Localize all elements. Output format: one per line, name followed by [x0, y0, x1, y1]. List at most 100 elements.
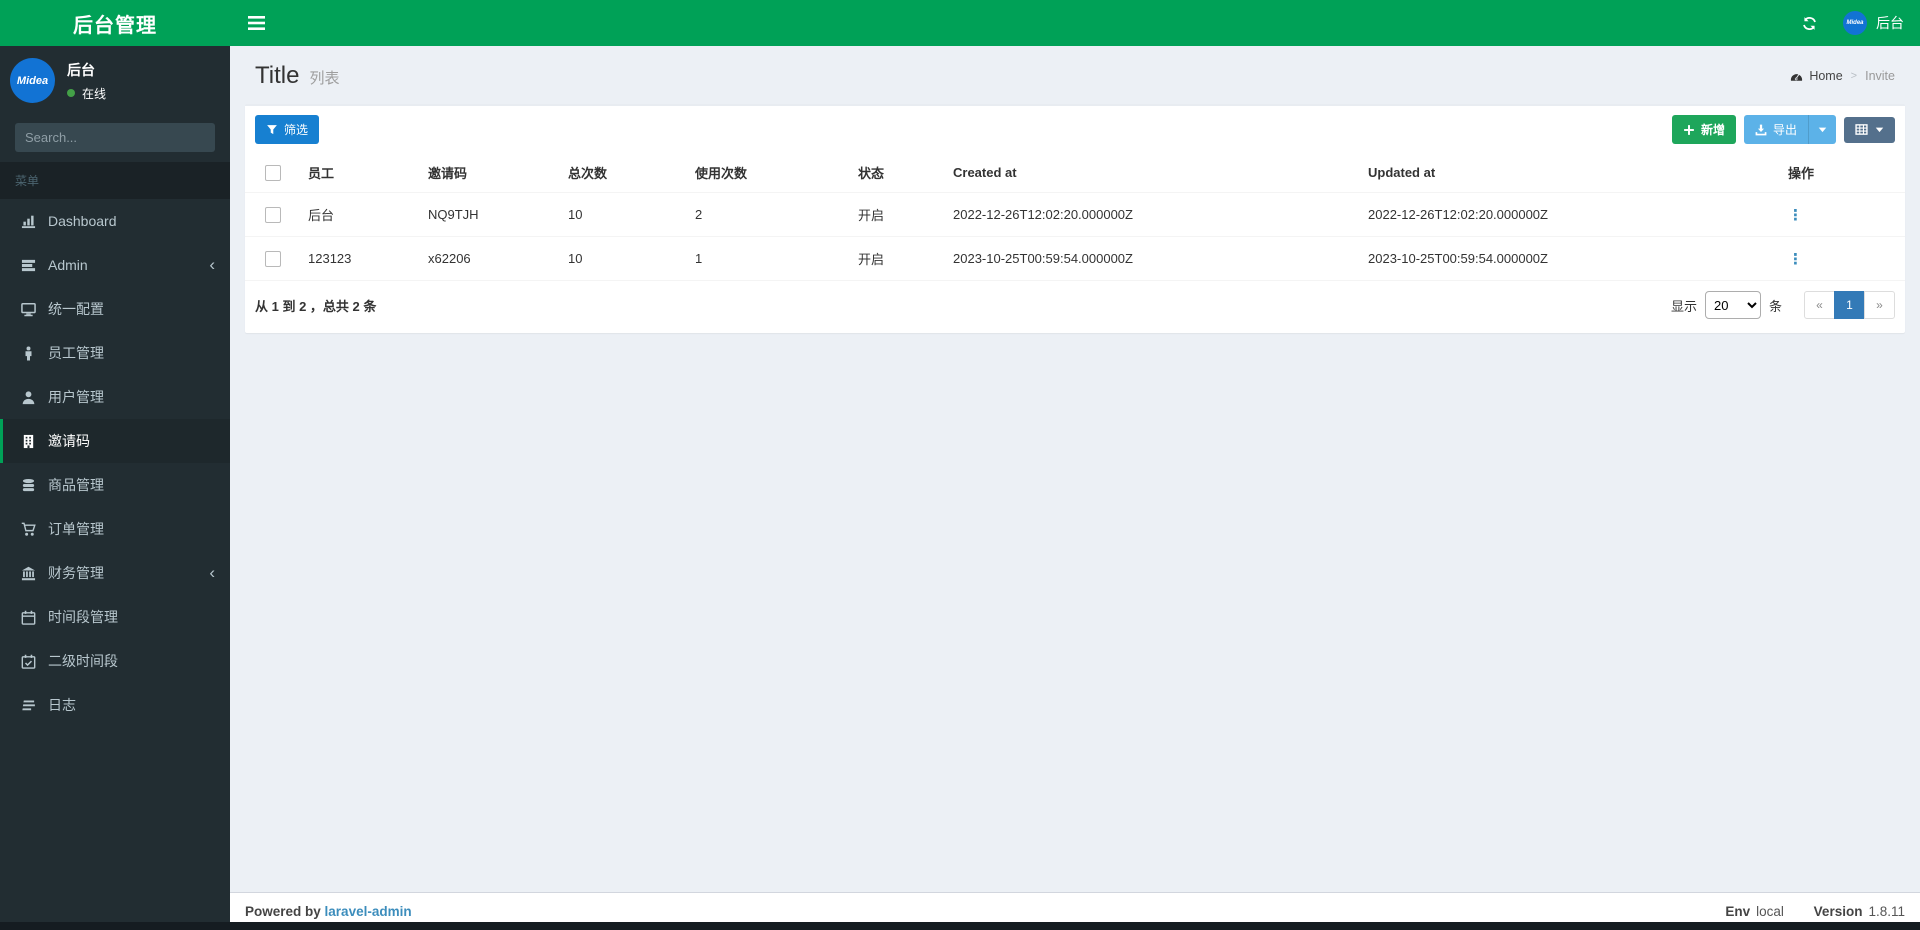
refresh-icon[interactable]	[1786, 0, 1833, 46]
sidebar-item-logs[interactable]: 日志	[0, 683, 230, 727]
navbar-user-menu[interactable]: Midea 后台	[1833, 0, 1920, 46]
footer-meta: Env local Version 1.8.11	[1725, 904, 1905, 919]
sidebar: 后台管理 Midea 后台 在线 菜单 Dashboard Admin ‹ 统一配置员…	[0, 0, 230, 930]
column-header: 员工	[300, 153, 420, 193]
sidebar-item-label: 员工管理	[48, 345, 104, 361]
app-logo[interactable]: 后台管理	[0, 0, 230, 46]
sidebar-item-label: 用户管理	[48, 389, 104, 405]
pagination-controls: 显示 20 条 « 1 »	[1671, 291, 1895, 319]
navbar-right: Midea 后台	[1786, 0, 1920, 46]
sidebar-item-staff[interactable]: 员工管理	[0, 331, 230, 375]
column-header: Updated at	[1360, 153, 1780, 193]
hamburger-icon[interactable]	[230, 0, 283, 46]
sidebar-menu: Dashboard Admin ‹ 统一配置 员工管理 用户管理 邀请码 商品管理 订单管理 财务…	[0, 199, 230, 727]
sidebar-item-label: Admin	[48, 257, 88, 273]
sidebar-item-invite-code[interactable]: 邀请码	[0, 419, 230, 463]
add-button-label: 新增	[1700, 123, 1725, 137]
breadcrumb: Home > Invite	[1790, 69, 1895, 83]
chevron-left-icon: ‹	[209, 563, 215, 582]
row-select-cell	[245, 236, 300, 281]
grid-toolbar: 筛选 新增 导出	[245, 106, 1905, 153]
env-value: local	[1756, 904, 1784, 919]
sidebar-item-dashboard[interactable]: Dashboard	[0, 199, 230, 243]
app-root: 后台管理 Midea 后台 在线 菜单 DashboardAdmin‹统一配置员…	[0, 0, 1920, 930]
row-select-cell	[245, 192, 300, 237]
column-header: 操作	[1780, 153, 1905, 193]
pager-next-button[interactable]: »	[1864, 291, 1895, 319]
env-label: Env	[1725, 904, 1751, 919]
breadcrumb-separator: >	[1850, 70, 1858, 82]
toolbar-right: 新增 导出	[1671, 115, 1895, 144]
per-page-select[interactable]: 20	[1704, 291, 1761, 319]
search-icon[interactable]	[211, 123, 215, 152]
sidebar-item-label: 二级时间段	[48, 653, 118, 669]
per-page-label: 显示	[1670, 298, 1697, 314]
row-actions-menu-icon[interactable]: ⋮	[1788, 207, 1803, 224]
filter-icon	[267, 124, 277, 134]
sidebar-item-orders[interactable]: 订单管理	[0, 507, 230, 551]
sidebar-item-unified-config[interactable]: 统一配置	[0, 287, 230, 331]
sidebar-item-label: 财务管理	[48, 565, 104, 581]
pager-prev-button[interactable]: «	[1804, 291, 1835, 319]
table-cell: 开启	[850, 192, 945, 237]
user-info: 后台 在线	[67, 60, 106, 102]
env-group: Env local	[1725, 904, 1787, 919]
add-button[interactable]: 新增	[1671, 115, 1736, 144]
version-group: Version 1.8.11	[1814, 904, 1905, 919]
sidebar-item-admin[interactable]: Admin ‹	[0, 243, 230, 287]
bottom-strip	[0, 922, 1920, 930]
filter-button[interactable]: 筛选	[255, 115, 320, 144]
column-selector-button[interactable]	[1844, 116, 1895, 143]
table-cell: 1	[687, 236, 850, 281]
top-navbar: Midea 后台	[230, 0, 1920, 46]
bank-icon	[18, 566, 38, 581]
export-button[interactable]: 导出	[1743, 115, 1808, 144]
sidebar-item-label: Dashboard	[48, 213, 117, 229]
select-all-cell	[245, 153, 300, 193]
avatar: Midea	[10, 58, 55, 103]
sidebar-item-timeslot[interactable]: 时间段管理	[0, 595, 230, 639]
table-row: 123123 x62206 10 1 开启 2023-10-25T00:59:54.000…	[245, 236, 1905, 281]
row-actions-menu-icon[interactable]: ⋮	[1788, 251, 1803, 268]
per-page-unit: 条	[1768, 298, 1782, 314]
table-cell: 10	[560, 192, 687, 237]
breadcrumb-current: Invite	[1865, 69, 1895, 83]
row-checkbox[interactable]	[264, 250, 281, 267]
male-icon	[18, 345, 38, 361]
calendar-icon	[18, 610, 38, 625]
chevron-left-icon: ‹	[209, 255, 215, 274]
export-caret-button[interactable]	[1808, 115, 1836, 144]
sidebar-search	[15, 123, 215, 152]
table-cell: 10	[560, 236, 687, 281]
powered-by-label: Powered by	[245, 904, 321, 919]
column-header: 总次数	[560, 153, 687, 193]
version-label: Version	[1813, 904, 1863, 919]
tasks-icon	[18, 258, 38, 273]
pager-page-1-button[interactable]: 1	[1834, 291, 1865, 319]
page-title: Title 列表	[255, 62, 339, 90]
search-input[interactable]	[15, 123, 211, 152]
laravel-admin-link[interactable]: laravel-admin	[325, 904, 412, 919]
download-icon	[1755, 124, 1767, 135]
avatar: Midea	[1843, 11, 1867, 35]
export-split-button: 导出	[1743, 115, 1836, 144]
content-header: Title 列表 Home > Invite	[245, 46, 1905, 104]
sidebar-item-finance[interactable]: 财务管理 ‹	[0, 551, 230, 595]
user-icon	[18, 390, 38, 405]
sidebar-item-users[interactable]: 用户管理	[0, 375, 230, 419]
pagination-summary: 从 1 到 2 ，总共 2 条	[255, 298, 377, 314]
select-all-checkbox[interactable]	[264, 164, 281, 181]
user-name: 后台	[67, 61, 95, 78]
sidebar-item-sub-timeslot[interactable]: 二级时间段	[0, 639, 230, 683]
sidebar-item-products[interactable]: 商品管理	[0, 463, 230, 507]
table-header-row: 员工 邀请码 总次数 使用次数 状态 Created at Updated at 操作	[245, 153, 1905, 193]
caret-down-icon	[1875, 123, 1884, 137]
breadcrumb-home[interactable]: Home	[1809, 69, 1842, 83]
logs-icon	[18, 698, 38, 713]
table-cell: 2	[687, 192, 850, 237]
row-actions-cell: ⋮	[1780, 192, 1905, 237]
row-checkbox[interactable]	[264, 206, 281, 223]
page-title-text: Title	[255, 62, 300, 89]
pager: « 1 »	[1804, 291, 1895, 319]
column-header: 使用次数	[687, 153, 850, 193]
